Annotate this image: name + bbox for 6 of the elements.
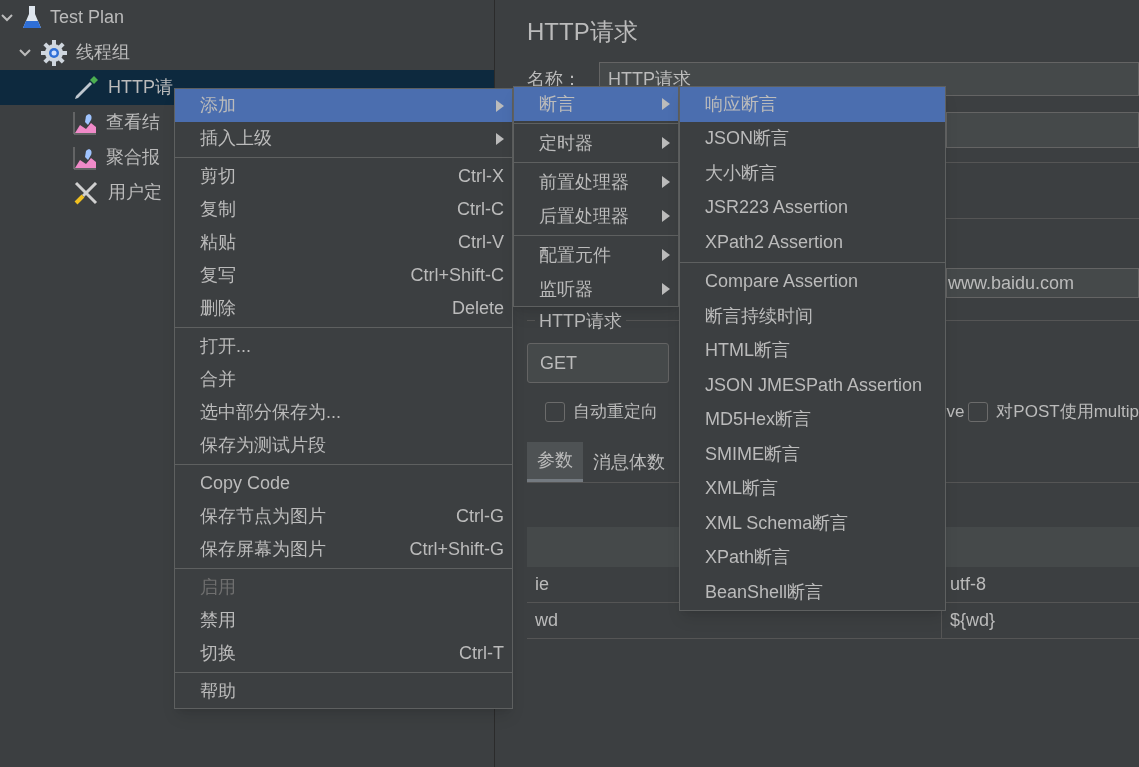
checkbox-label: 自动重定向 <box>573 401 658 424</box>
checkbox-label: 对POST使用multip <box>996 401 1139 424</box>
table-cell-text: ${wd} <box>949 609 996 632</box>
panel-title: HTTP请求 <box>527 17 638 47</box>
table-cell-text: utf-8 <box>949 573 987 596</box>
checkbox-label: ve <box>946 401 965 424</box>
